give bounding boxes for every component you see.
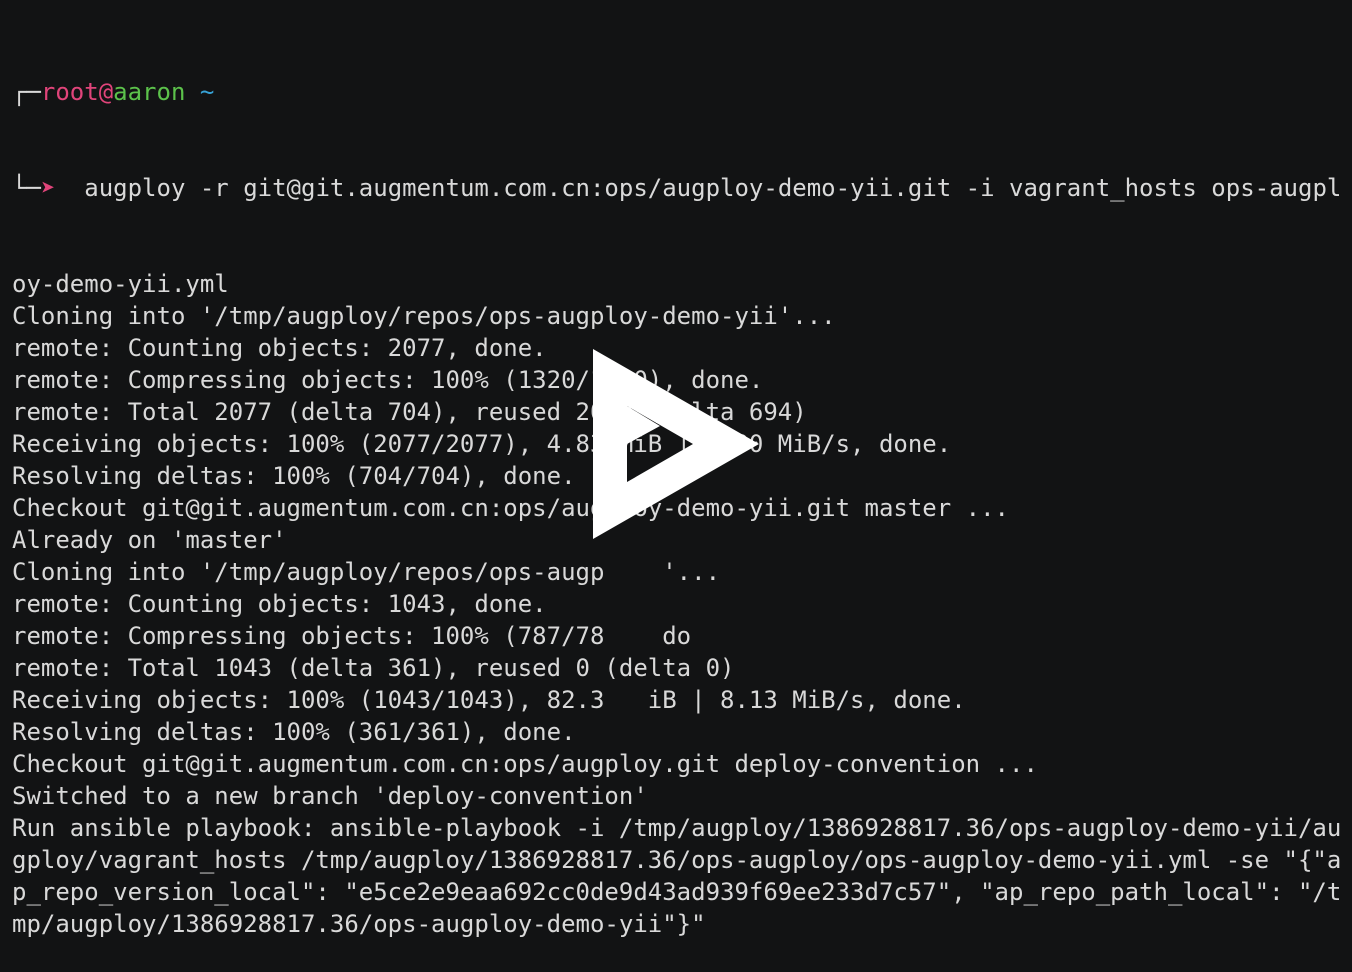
prompt-user: root: [40, 78, 99, 106]
output-line: Switched to a new branch 'deploy-convent…: [12, 782, 648, 810]
command-line: └─➤ augploy -r git@git.augmentum.com.cn:…: [12, 172, 1342, 204]
output-line: remote: Total 1043 (delta 361), reused 0…: [12, 654, 735, 682]
prompt-tilde: ~: [199, 78, 215, 106]
output-line: remote: Counting objects: 1043, done.: [12, 590, 547, 618]
output-line: mp/augploy/1386928817.36/ops-augploy-dem…: [12, 910, 706, 938]
output-line: Run ansible playbook: ansible-playbook -…: [12, 814, 1342, 842]
prompt-host: aaron: [113, 78, 186, 106]
output-line: Cloning into '/tmp/augploy/repos/ops-aug…: [12, 558, 721, 586]
output-line: gploy/vagrant_hosts /tmp/augploy/1386928…: [12, 846, 1342, 874]
command-text: augploy -r git@git.augmentum.com.cn:ops/…: [55, 174, 1342, 202]
play-icon-shape: [593, 349, 759, 539]
output-line: Receiving objects: 100% (1043/1043), 82.…: [12, 686, 966, 714]
prompt-arrow-icon: ➤: [40, 174, 56, 202]
prompt-corner-bottom: └─: [12, 174, 41, 202]
output-line: Resolving deltas: 100% (361/361), done.: [12, 718, 576, 746]
output-line: Checkout git@git.augmentum.com.cn:ops/au…: [12, 750, 1038, 778]
output-line: p_repo_version_local": "e5ce2e9eaa692cc0…: [12, 878, 1342, 906]
output-line: oy-demo-yii.yml: [12, 270, 229, 298]
output-line: Cloning into '/tmp/augploy/repos/ops-aug…: [12, 302, 836, 330]
output-line: remote: Compressing objects: 100% (787/7…: [12, 622, 692, 650]
prompt-corner-top: ┌─: [12, 78, 41, 106]
prompt-line: ┌─root@aaron ~: [12, 76, 1342, 108]
play-icon[interactable]: [590, 346, 762, 542]
prompt-at: @: [98, 78, 114, 106]
